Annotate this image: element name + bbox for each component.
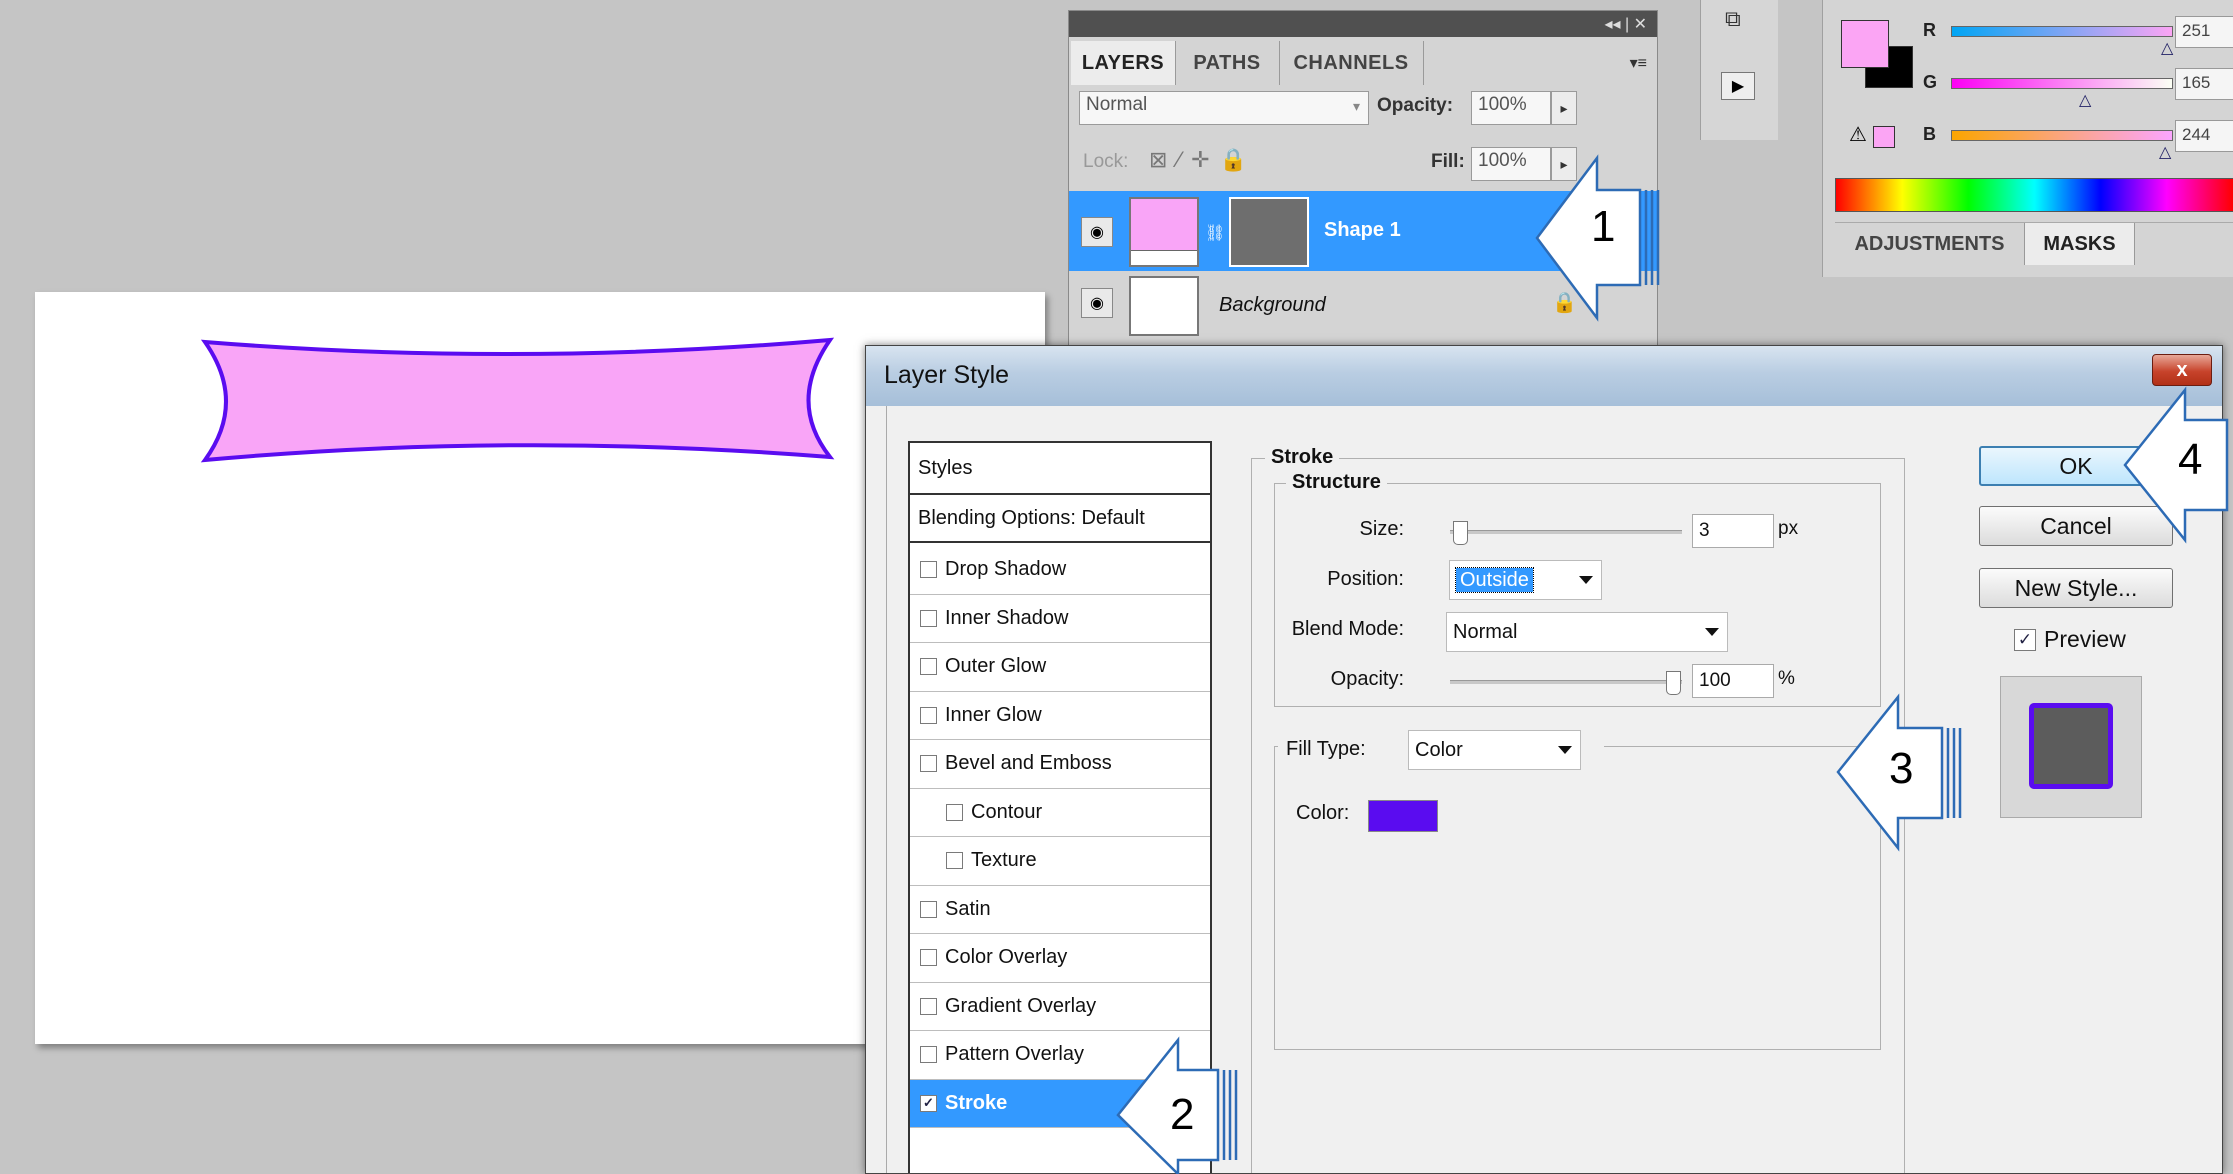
callout-overlay bbox=[1116, 154, 2229, 1174]
callout-arrow-4 bbox=[2123, 386, 2229, 544]
callout-number-3: 3 bbox=[1889, 744, 1914, 793]
callout-number-2: 2 bbox=[1170, 1090, 1195, 1139]
callout-number-1: 1 bbox=[1591, 202, 1616, 251]
callout-number-4: 4 bbox=[2178, 435, 2203, 484]
foreground-color-swatch[interactable] bbox=[1841, 20, 1889, 68]
